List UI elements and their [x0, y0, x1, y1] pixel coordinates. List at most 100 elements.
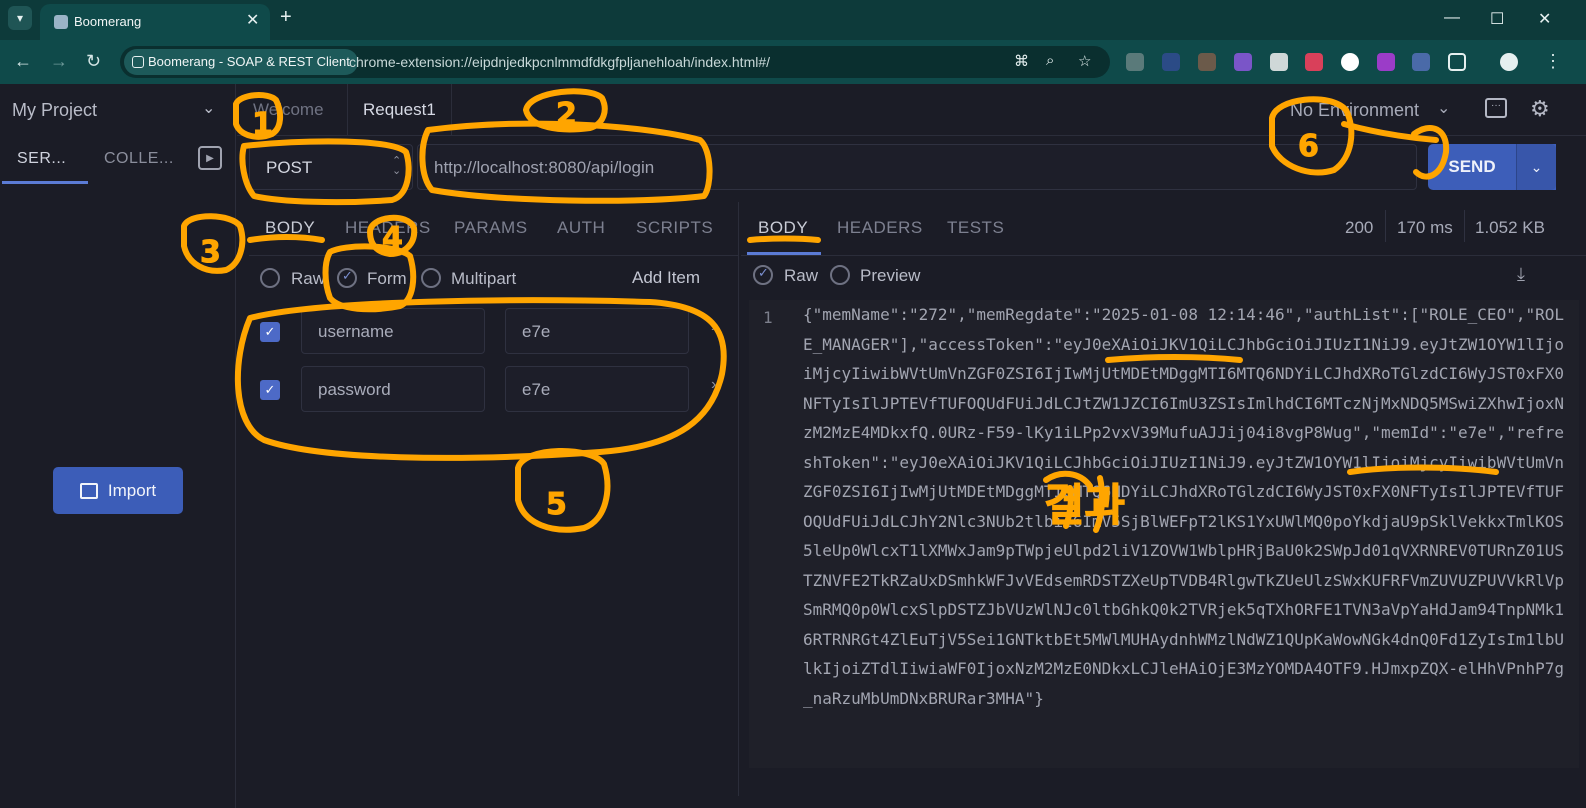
forward-icon[interactable]: →: [50, 51, 68, 72]
url-value: http://localhost:8080/api/login: [434, 158, 655, 177]
chat-icon[interactable]: ···: [1485, 98, 1507, 118]
form-field-row: ✓ password e7e ›: [249, 362, 739, 418]
extension-icon: [132, 56, 144, 68]
site-info-chip[interactable]: Boomerang - SOAP & REST Client: [124, 49, 358, 75]
divider: [1464, 210, 1465, 242]
tab-headers[interactable]: HEADERS: [345, 218, 431, 238]
boomerang-favicon-icon: [54, 15, 68, 29]
back-icon[interactable]: ←: [14, 51, 32, 72]
send-options-chevron-icon[interactable]: ⌄: [1516, 144, 1556, 190]
method-value: POST: [266, 158, 313, 177]
add-item-button[interactable]: Add Item: [632, 268, 700, 288]
tab-body[interactable]: BODY: [265, 218, 315, 238]
response-body-viewer[interactable]: 1 {"memName":"272","memRegdate":"2025-01…: [749, 300, 1579, 768]
zoom-icon[interactable]: ⌕: [1046, 52, 1054, 69]
extension-3-icon[interactable]: [1198, 53, 1216, 71]
extension-1-icon[interactable]: [1126, 53, 1144, 71]
close-tab-icon[interactable]: ✕: [246, 10, 259, 30]
extension-9-icon[interactable]: [1412, 53, 1430, 71]
profile-avatar[interactable]: [1500, 53, 1518, 71]
chevron-right-icon[interactable]: ›: [711, 376, 716, 394]
new-tab-icon[interactable]: +: [280, 6, 292, 29]
multipart-radio[interactable]: [421, 268, 441, 288]
extensions-puzzle-icon[interactable]: [1448, 53, 1466, 71]
tab-divider: [451, 84, 452, 136]
extension-5-icon[interactable]: [1270, 53, 1288, 71]
address-url[interactable]: chrome-extension://eipdnjedkpcnlmmdfdkgf…: [349, 54, 770, 70]
raw-radio[interactable]: [260, 268, 280, 288]
raw-label: Raw: [291, 269, 326, 288]
close-window-icon[interactable]: ✕: [1538, 9, 1551, 29]
play-icon[interactable]: ▶: [198, 146, 222, 170]
environment-select[interactable]: No Environment: [1290, 100, 1419, 121]
browser-toolbar: ← → ↻ Boomerang - SOAP & REST Client chr…: [0, 40, 1586, 84]
request-panel: BODY HEADERS PARAMS AUTH SCRIPTS Raw For…: [249, 202, 739, 796]
divider: [249, 255, 739, 256]
reload-icon[interactable]: ↻: [86, 51, 101, 72]
form-field-row: ✓ username e7e ›: [249, 304, 739, 360]
import-icon: [79, 482, 98, 499]
response-time: 170 ms: [1397, 218, 1453, 237]
form-radio[interactable]: [337, 268, 357, 288]
address-bar[interactable]: Boomerang - SOAP & REST Client chrome-ex…: [120, 46, 1110, 78]
tab-scripts[interactable]: SCRIPTS: [636, 218, 713, 238]
active-tab-indicator: [2, 181, 88, 184]
send-label: SEND: [1448, 157, 1496, 176]
maximize-icon[interactable]: ☐: [1490, 9, 1504, 29]
extension-2-icon[interactable]: [1162, 53, 1180, 71]
updown-caret-icon: ⌃ ⌄: [392, 155, 402, 177]
response-body-text: {"memName":"272","memRegdate":"2025-01-0…: [803, 305, 1564, 708]
extension-4-icon[interactable]: [1234, 53, 1252, 71]
tab-response-tests[interactable]: TESTS: [947, 218, 1004, 238]
field-key-input[interactable]: password: [301, 366, 485, 412]
extension-6-icon[interactable]: [1305, 53, 1323, 71]
main-area: Welcome Request1 No Environment ⌄ ··· ⚙ …: [237, 84, 1586, 808]
chevron-right-icon[interactable]: ›: [711, 318, 716, 336]
divider: [1385, 210, 1386, 242]
chrome-menu-icon[interactable]: ⋮: [1544, 51, 1562, 72]
tab-search-button[interactable]: ▾: [8, 6, 32, 30]
browser-tab-bar: ▾ Boomerang ✕ + — ☐ ✕: [0, 0, 1586, 40]
field-value-input[interactable]: e7e: [505, 308, 689, 354]
tab-services[interactable]: SER...: [17, 150, 66, 168]
preview-radio[interactable]: [830, 265, 850, 285]
browser-tab-title: Boomerang: [74, 14, 142, 29]
chevron-down-icon[interactable]: ⌄: [202, 98, 215, 118]
project-name[interactable]: My Project: [12, 100, 97, 121]
tab-request1[interactable]: Request1: [363, 100, 436, 120]
browser-tab[interactable]: Boomerang ✕: [40, 4, 270, 40]
response-size: 1.052 KB: [1475, 218, 1545, 237]
bookmark-star-icon[interactable]: ☆: [1078, 52, 1091, 70]
tab-auth[interactable]: AUTH: [557, 218, 605, 238]
field-key-input[interactable]: username: [301, 308, 485, 354]
gear-icon[interactable]: ⚙: [1530, 96, 1550, 122]
tab-params[interactable]: PARAMS: [454, 218, 528, 238]
preview-label: Preview: [860, 266, 921, 285]
method-select[interactable]: POST ⌃ ⌄: [249, 144, 413, 190]
form-label: Form: [367, 269, 407, 288]
minimize-icon[interactable]: —: [1444, 9, 1460, 27]
field-enabled-checkbox[interactable]: ✓: [260, 322, 280, 342]
url-input[interactable]: http://localhost:8080/api/login: [417, 144, 1417, 190]
raw-view-label: Raw: [784, 266, 819, 285]
request-tabs: Welcome Request1 No Environment ⌄ ··· ⚙: [237, 84, 1586, 136]
tab-divider: [347, 84, 348, 136]
translate-icon[interactable]: ⌘: [1014, 52, 1029, 70]
extension-7-icon[interactable]: [1341, 53, 1359, 71]
tab-collections[interactable]: COLLE...: [104, 150, 174, 168]
download-icon[interactable]: ⤓: [1517, 264, 1525, 285]
field-value-input[interactable]: e7e: [505, 366, 689, 412]
import-button[interactable]: Import: [53, 467, 183, 514]
status-code: 200: [1345, 218, 1374, 237]
import-label: Import: [107, 480, 157, 500]
tab-response-body[interactable]: BODY: [758, 218, 808, 238]
multipart-label: Multipart: [451, 269, 517, 288]
raw-view-radio[interactable]: [753, 265, 773, 285]
extension-8-icon[interactable]: [1377, 53, 1395, 71]
field-enabled-checkbox[interactable]: ✓: [260, 380, 280, 400]
site-chip-label: Boomerang - SOAP & REST Client: [148, 54, 350, 69]
divider: [741, 255, 1586, 256]
chevron-down-icon[interactable]: ⌄: [1437, 98, 1450, 118]
tab-response-headers[interactable]: HEADERS: [837, 218, 923, 238]
tab-welcome[interactable]: Welcome: [253, 100, 324, 120]
